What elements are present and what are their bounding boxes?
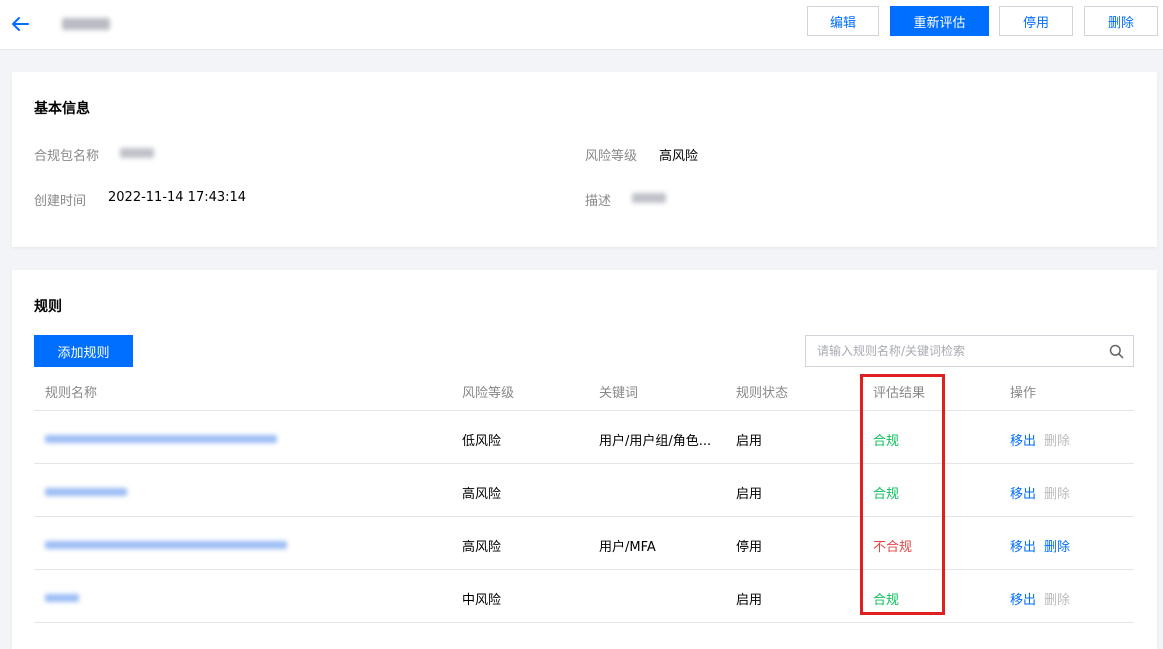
basic-info-title: 基本信息 [34,101,90,117]
table-row: 高风险 启用 合规 移出 删除 [34,464,1134,517]
rule-name-link-redacted[interactable] [45,594,79,602]
search-box [805,335,1134,367]
disable-button[interactable]: 停用 [999,6,1073,36]
package-name-value-redacted [120,148,154,158]
rule-status: 停用 [736,540,763,555]
table-row: 高风险 用户/MFA 停用 不合规 移出 删除 [34,517,1134,570]
column-header-keywords: 关键词 [599,386,639,401]
edit-button[interactable]: 编辑 [807,6,879,36]
rule-result: 合规 [873,434,900,449]
reevaluate-button[interactable]: 重新评估 [890,6,989,36]
rule-risk: 高风险 [462,487,502,502]
delete-rule-link: 删除 [1044,593,1071,608]
remove-rule-link[interactable]: 移出 [1010,483,1036,502]
created-time-value: 2022-11-14 17:43:14 [108,190,247,205]
add-rule-button[interactable]: 添加规则 [34,335,133,367]
rule-result: 不合规 [873,540,913,555]
column-header-name: 规则名称 [45,386,98,401]
top-bar: 编辑 重新评估 停用 删除 [0,0,1163,50]
column-header-risk: 风险等级 [462,386,515,401]
rule-result: 合规 [873,593,900,608]
rule-name-link-redacted[interactable] [45,488,127,496]
search-input[interactable] [806,336,1096,366]
remove-rule-link[interactable]: 移出 [1010,589,1036,608]
rule-risk: 中风险 [462,593,502,608]
remove-rule-link[interactable]: 移出 [1010,430,1036,449]
rule-status: 启用 [736,434,763,449]
delete-button[interactable]: 删除 [1084,6,1158,36]
rule-status: 启用 [736,487,763,502]
column-header-actions: 操作 [1010,386,1037,401]
rule-risk: 高风险 [462,540,502,555]
rule-keywords: 用户/用户组/角色... [599,434,712,449]
page-title-redacted [62,18,110,30]
rules-card: 规则 添加规则 规则名称 风险等级 关键词 规则状态 评估结果 操作 低风险 用… [12,270,1157,649]
delete-rule-link[interactable]: 删除 [1044,536,1070,555]
rule-result: 合规 [873,487,900,502]
rule-status: 启用 [736,593,763,608]
table-header: 规则名称 风险等级 关键词 规则状态 评估结果 操作 [34,370,1134,411]
description-label: 描述 [585,194,612,209]
package-name-label: 合规包名称 [34,149,100,164]
rules-table: 规则名称 风险等级 关键词 规则状态 评估结果 操作 低风险 用户/用户组/角色… [34,370,1134,623]
basic-info-card: 基本信息 合规包名称 风险等级 高风险 创建时间 2022-11-14 17:4… [12,72,1157,247]
search-icon[interactable] [1109,344,1124,359]
delete-rule-link: 删除 [1044,487,1071,502]
column-header-status: 规则状态 [736,386,789,401]
risk-level-value: 高风险 [659,149,699,164]
table-row: 中风险 启用 合规 移出 删除 [34,570,1134,623]
created-time-label: 创建时间 [34,194,87,209]
delete-rule-link: 删除 [1044,434,1071,449]
rule-keywords: 用户/MFA [599,540,656,555]
remove-rule-link[interactable]: 移出 [1010,536,1036,555]
risk-level-label: 风险等级 [585,149,638,164]
description-value-redacted [632,193,666,203]
table-row: 低风险 用户/用户组/角色... 启用 合规 移出 删除 [34,411,1134,464]
column-header-result: 评估结果 [873,386,926,401]
rule-risk: 低风险 [462,434,502,449]
back-arrow-icon[interactable] [9,13,31,35]
rules-title: 规则 [34,299,62,315]
rule-name-link-redacted[interactable] [45,435,277,443]
rule-name-link-redacted[interactable] [45,541,287,549]
